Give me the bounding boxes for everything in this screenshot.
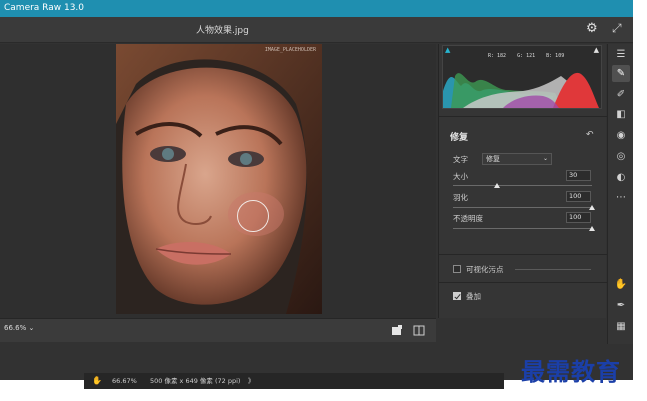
panel-title: 修复 [450, 133, 469, 143]
fullscreen-icon[interactable]: ⤢ [612, 20, 626, 36]
type-select-value: 修复 [486, 155, 500, 163]
file-bar: 人物效果.jpg ⚙ ⤢ [0, 17, 633, 43]
watermark-logo: 最需教育 [521, 357, 621, 386]
healing-brush-icon[interactable]: ✎ [612, 65, 630, 82]
type-select[interactable]: 修复 ⌄ [482, 153, 552, 165]
feather-label: 羽化 [453, 193, 468, 202]
overlay-label: 叠加 [466, 292, 481, 301]
edit-panel: ▲ ▲ R: 182 G: 121 B: 109 修复 ↶ 文字 修复 ⌄ 大小… [438, 44, 607, 318]
feather-slider-thumb[interactable] [589, 205, 595, 210]
sliders-icon[interactable]: ☰ [612, 46, 630, 63]
app-title: Camera Raw 13.0 [4, 3, 85, 13]
portrait-photo: IMAGE_PLACEHOLDER [116, 44, 322, 314]
feather-slider-track[interactable] [453, 207, 592, 208]
before-after-icon[interactable] [413, 325, 425, 336]
reset-icon[interactable]: ↶ [586, 130, 594, 140]
status-zoom: 66.67% [112, 377, 137, 385]
separator [439, 282, 607, 283]
zoom-level: 66.6% [4, 324, 27, 332]
chevron-down-icon: ⌄ [542, 155, 548, 162]
camera-raw-window: Camera Raw 13.0 人物效果.jpg ⚙ ⤢ IMAGE_PLACE… [0, 0, 633, 380]
opacity-slider-track[interactable] [453, 228, 592, 229]
hand-icon[interactable]: ✋ [612, 276, 630, 293]
fit-view-icon[interactable] [391, 325, 403, 336]
radial-icon[interactable]: ◉ [612, 127, 630, 144]
hand-icon[interactable]: ✋ [92, 373, 102, 389]
gradient-icon[interactable]: ◧ [612, 106, 630, 123]
photo-watermark: IMAGE_PLACEHOLDER [264, 47, 316, 53]
opacity-input[interactable]: 100 [566, 212, 591, 223]
eyedropper-icon[interactable]: ✒ [612, 297, 630, 314]
title-bar: Camera Raw 13.0 [0, 0, 633, 17]
canvas-bottom-bar: 66.6% ⌄ [0, 318, 436, 342]
adjust-brush-icon[interactable]: ✐ [612, 86, 630, 103]
healing-brush-cursor[interactable] [237, 200, 269, 232]
grid-icon[interactable]: ▦ [612, 318, 630, 335]
zoom-level-dropdown[interactable]: 66.6% ⌄ [4, 324, 34, 332]
opacity-slider-thumb[interactable] [589, 226, 595, 231]
status-bar: ✋ 66.67% 500 像素 x 649 像素 (72 ppi) 》 [84, 373, 504, 389]
visualize-threshold-slider[interactable] [515, 269, 591, 270]
portrait-illustration [116, 44, 322, 314]
file-name: 人物效果.jpg [196, 26, 249, 36]
opacity-label: 不透明度 [453, 214, 483, 223]
status-more[interactable]: 》 [248, 373, 255, 389]
type-label: 文字 [453, 155, 468, 164]
gear-icon[interactable]: ⚙ [586, 21, 600, 37]
histogram-graph [443, 72, 599, 108]
presets-icon[interactable]: ◐ [612, 169, 630, 186]
separator [439, 116, 607, 117]
status-image-size: 500 像素 x 649 像素 (72 ppi) [150, 377, 241, 385]
more-icon[interactable]: ⋯ [612, 189, 630, 206]
image-canvas[interactable]: IMAGE_PLACEHOLDER [0, 44, 436, 318]
size-input[interactable]: 30 [566, 170, 591, 181]
size-slider-track[interactable] [453, 185, 592, 186]
visualize-spots-label: 可视化污点 [466, 265, 504, 274]
feather-input[interactable]: 100 [566, 191, 591, 202]
histogram: ▲ ▲ R: 182 G: 121 B: 109 [442, 45, 602, 109]
separator [439, 254, 607, 255]
size-slider-thumb[interactable] [493, 183, 500, 188]
visualize-spots-checkbox[interactable] [453, 265, 461, 273]
size-label: 大小 [453, 172, 468, 181]
overlay-checkbox[interactable] [453, 292, 461, 300]
tool-strip: ☰ ✎ ✐ ◧ ◉ ◎ ◐ ⋯ ✋ ✒ ▦ [607, 44, 633, 344]
redeye-icon[interactable]: ◎ [612, 148, 630, 165]
